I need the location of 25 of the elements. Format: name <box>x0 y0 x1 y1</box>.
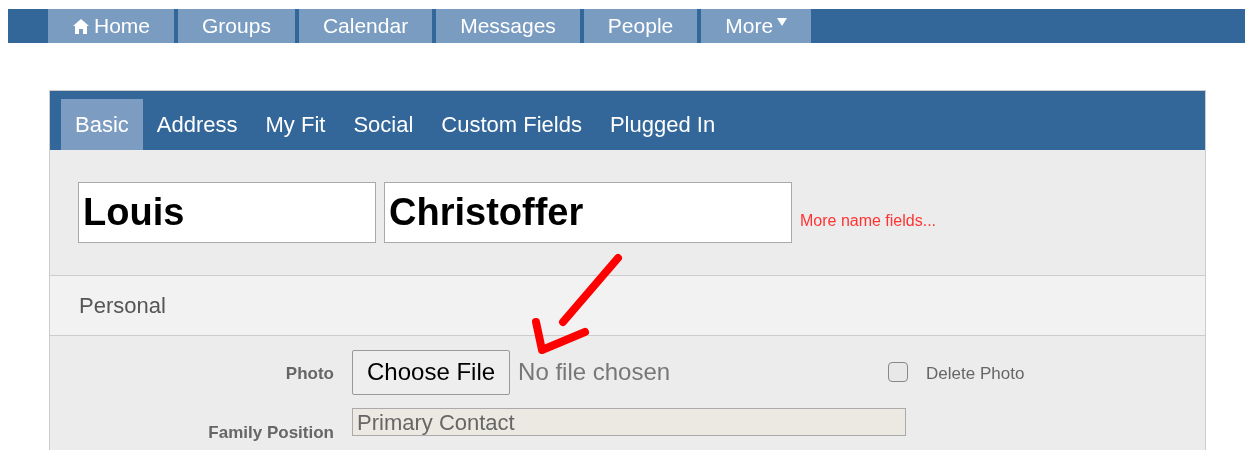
nav-item[interactable]: People <box>583 9 698 43</box>
first-name-field[interactable]: Louis <box>78 182 376 243</box>
caret-icon <box>777 18 788 26</box>
tab[interactable]: Basic <box>61 99 143 150</box>
nav-item[interactable]: Calendar <box>298 9 433 43</box>
file-status: No file chosen <box>518 357 672 387</box>
nav-item[interactable]: Messages <box>436 9 580 43</box>
tab[interactable]: Social <box>339 99 428 150</box>
nav-item[interactable]: Home <box>48 9 175 43</box>
tab[interactable]: My Fit <box>251 99 340 150</box>
field-label: Family Position <box>207 422 334 444</box>
delete-photo-checkbox[interactable] <box>888 362 909 382</box>
more-name-fields-link[interactable]: More name fields... <box>800 208 937 233</box>
tab[interactable]: Address <box>142 99 252 150</box>
home-icon <box>72 17 90 35</box>
checkbox-label: Delete Photo <box>926 363 1025 386</box>
choose-file-button[interactable]: Choose File <box>352 349 511 395</box>
nav-item[interactable]: Groups <box>178 9 295 43</box>
tab[interactable]: Plugged In <box>595 99 730 150</box>
section-title: Personal <box>79 292 166 320</box>
last-name-field[interactable]: Christoffer <box>384 182 792 243</box>
tab[interactable]: Custom Fields <box>427 99 596 150</box>
family-position-field[interactable]: Primary Contact <box>352 408 906 436</box>
field-label: Photo <box>284 363 334 386</box>
nav-item[interactable]: More <box>701 9 812 43</box>
